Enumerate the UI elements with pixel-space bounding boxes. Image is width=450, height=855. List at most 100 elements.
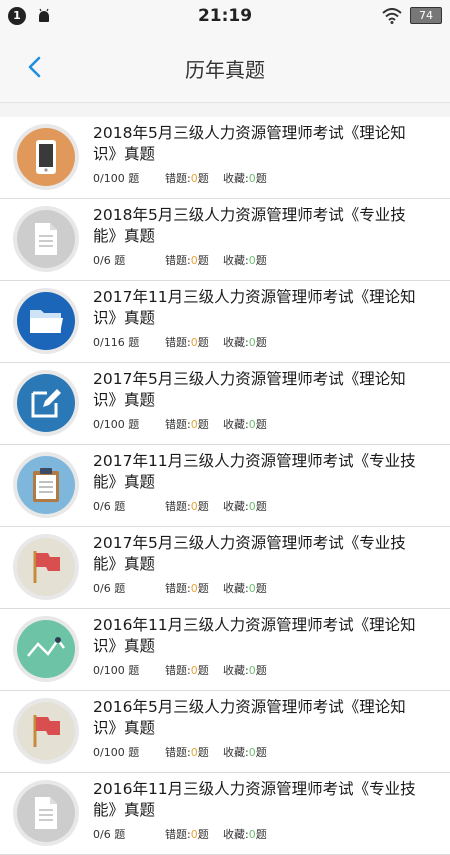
item-fav-count: 收藏:0题 (223, 662, 267, 678)
wrong-unit-label: 题 (197, 664, 209, 677)
wrong-unit-label: 题 (197, 418, 209, 431)
item-wrong-count: 错题:0题 (165, 170, 223, 186)
wrong-value: 0 (190, 582, 198, 595)
item-wrong-count: 错题:0题 (165, 580, 223, 596)
item-wrong-count: 错题:0题 (165, 744, 223, 760)
item-meta: 0/100 题错题:0题 收藏:0题 (93, 416, 426, 432)
item-unit-label: 题 (114, 582, 126, 595)
wrong-unit-label: 题 (197, 254, 209, 267)
fav-unit-label: 题 (255, 746, 267, 759)
item-progress: 0/100 (93, 172, 125, 185)
item-unit-label: 题 (128, 172, 140, 185)
wrong-value: 0 (190, 336, 198, 349)
item-body: 2017年5月三级人力资源管理师考试《专业技能》真题 0/6 题错题:0题 收藏:0… (93, 527, 450, 596)
item-icon-circle (13, 288, 79, 354)
folder-icon (17, 292, 75, 350)
item-title: 2017年11月三级人力资源管理师考试《理论知识》真题 (93, 288, 416, 327)
exam-list-item[interactable]: 2017年11月三级人力资源管理师考试《理论知识》真题 0/116 题错题:0题收… (0, 281, 450, 363)
exam-list-item[interactable]: 2017年5月三级人力资源管理师考试《理论知识》真题 0/100 题错题:0题 收藏… (0, 363, 450, 445)
nav-bar: 历年真题 (0, 32, 450, 103)
item-wrong-count: 错题:0题 (165, 826, 223, 842)
item-progress: 0/6 (93, 828, 111, 841)
fav-label: 收藏: (223, 172, 249, 185)
item-icon-circle (13, 534, 79, 600)
wrong-label: 错题: (165, 500, 191, 513)
fav-value: 0 (248, 254, 256, 267)
item-question-count: 0/100 题 (93, 170, 165, 186)
item-icon-circle (13, 616, 79, 682)
wrong-unit-label: 题 (197, 828, 209, 841)
flag-icon (17, 702, 75, 760)
page-title: 历年真题 (185, 58, 265, 82)
item-question-count: 0/116 题 (93, 334, 165, 350)
item-question-count: 0/6 题 (93, 580, 165, 596)
item-unit-label: 题 (114, 254, 126, 267)
wrong-unit-label: 题 (197, 582, 209, 595)
item-fav-count: 收藏:0题 (223, 580, 267, 596)
item-title: 2017年5月三级人力资源管理师考试《专业技能》真题 (93, 534, 406, 573)
exam-list-item[interactable]: 2018年5月三级人力资源管理师考试《专业技能》真题 0/6 题错题:0题 收藏:0… (0, 199, 450, 281)
item-meta: 0/100 题错题:0题 收藏:0题 (93, 170, 426, 186)
item-wrong-count: 错题:0题 (165, 416, 223, 432)
item-meta: 0/100 题错题:0题 收藏:0题 (93, 662, 426, 678)
exam-list-item[interactable]: 2017年11月三级人力资源管理师考试《专业技能》真题 0/6 题错题:0题 收藏:… (0, 445, 450, 527)
exam-list-item[interactable]: 2016年11月三级人力资源管理师考试《理论知识》真题 0/100 题错题:0题收… (0, 609, 450, 691)
fav-label: 收藏: (223, 500, 249, 513)
exam-list-item[interactable]: 2017年5月三级人力资源管理师考试《专业技能》真题 0/6 题错题:0题 收藏:0… (0, 527, 450, 609)
item-progress: 0/116 (93, 336, 125, 349)
fav-unit-label: 题 (255, 500, 267, 513)
item-icon-circle (13, 698, 79, 764)
item-title: 2016年11月三级人力资源管理师考试《专业技能》真题 (93, 780, 416, 819)
exam-list-item[interactable]: 2016年11月三级人力资源管理师考试《专业技能》真题 0/6 题错题:0题 收藏:… (0, 773, 450, 855)
document-icon (17, 784, 75, 842)
item-unit-label: 题 (114, 500, 126, 513)
item-progress: 0/100 (93, 746, 125, 759)
fav-unit-label: 题 (255, 172, 267, 185)
wrong-label: 错题: (165, 418, 191, 431)
fav-value: 0 (248, 828, 256, 841)
item-title: 2016年11月三级人力资源管理师考试《理论知识》真题 (93, 616, 416, 655)
item-meta: 0/6 题错题:0题 收藏:0题 (93, 826, 426, 842)
item-wrong-count: 错题:0题 (165, 498, 223, 514)
item-title: 2016年5月三级人力资源管理师考试《理论知识》真题 (93, 698, 406, 737)
wrong-value: 0 (190, 172, 198, 185)
chart-line-icon (17, 620, 75, 678)
wrong-unit-label: 题 (197, 500, 209, 513)
item-progress: 0/6 (93, 582, 111, 595)
exam-list-item[interactable]: 2018年5月三级人力资源管理师考试《理论知识》真题 0/100 题错题:0题 收藏… (0, 117, 450, 199)
wrong-value: 0 (190, 254, 198, 267)
fav-value: 0 (248, 664, 256, 677)
wrong-label: 错题: (165, 336, 191, 349)
fav-label: 收藏: (223, 828, 249, 841)
exam-list-item[interactable]: 2016年5月三级人力资源管理师考试《理论知识》真题 0/100 题错题:0题 收藏… (0, 691, 450, 773)
item-wrong-count: 错题:0题 (165, 252, 223, 268)
item-unit-label: 题 (128, 746, 140, 759)
fav-unit-label: 题 (255, 582, 267, 595)
item-question-count: 0/100 题 (93, 416, 165, 432)
item-fav-count: 收藏:0题 (223, 416, 267, 432)
wrong-value: 0 (190, 664, 198, 677)
wrong-unit-label: 题 (197, 172, 209, 185)
item-unit-label: 题 (128, 418, 140, 431)
item-meta: 0/116 题错题:0题 收藏:0题 (93, 334, 426, 350)
item-body: 2017年11月三级人力资源管理师考试《专业技能》真题 0/6 题错题:0题 收藏:… (93, 445, 450, 514)
item-body: 2017年11月三级人力资源管理师考试《理论知识》真题 0/116 题错题:0题收… (93, 281, 450, 350)
item-icon-circle (13, 124, 79, 190)
item-title: 2017年11月三级人力资源管理师考试《专业技能》真题 (93, 452, 416, 491)
item-question-count: 0/6 题 (93, 498, 165, 514)
item-icon-circle (13, 780, 79, 846)
item-question-count: 0/100 题 (93, 744, 165, 760)
wrong-value: 0 (190, 500, 198, 513)
fav-value: 0 (248, 418, 256, 431)
item-meta: 0/100 题错题:0题 收藏:0题 (93, 744, 426, 760)
item-body: 2016年11月三级人力资源管理师考试《理论知识》真题 0/100 题错题:0题收… (93, 609, 450, 678)
wrong-value: 0 (190, 418, 198, 431)
item-icon-circle (13, 206, 79, 272)
fav-label: 收藏: (223, 418, 249, 431)
fav-unit-label: 题 (255, 418, 267, 431)
item-progress: 0/6 (93, 254, 111, 267)
item-icon-circle (13, 452, 79, 518)
edit-icon (17, 374, 75, 432)
flag-icon (17, 538, 75, 596)
status-bar: 1 21:19 74 (0, 0, 450, 32)
